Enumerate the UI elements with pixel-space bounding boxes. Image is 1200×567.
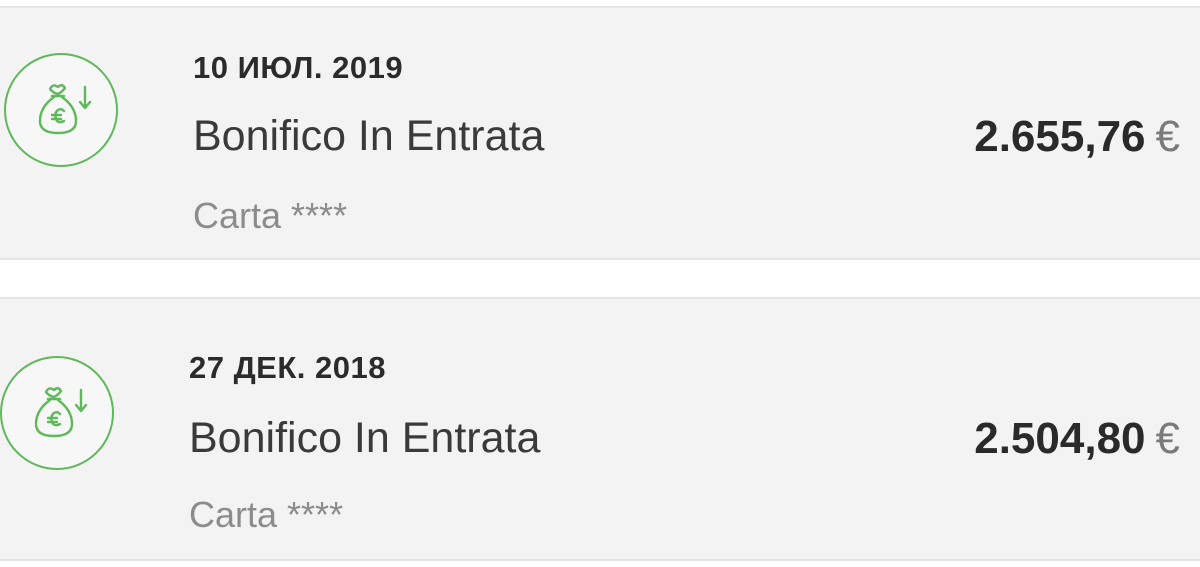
transaction-date: 10 ИЮЛ. 2019 <box>193 50 404 85</box>
transaction-item[interactable]: 10 ИЮЛ. 2019 Bonifico In Entrata Carta *… <box>0 6 1200 260</box>
amount-value: 2.655,76 <box>974 112 1146 161</box>
transaction-amount: 2.504,80 € <box>974 414 1180 464</box>
money-bag-euro-incoming-icon <box>4 53 118 167</box>
amount-value: 2.504,80 <box>974 414 1146 463</box>
currency-symbol: € <box>1155 112 1180 161</box>
transaction-amount: 2.655,76 € <box>974 112 1180 162</box>
currency-symbol: € <box>1155 414 1180 463</box>
transaction-description: Bonifico In Entrata <box>189 414 541 462</box>
transaction-card: Carta **** <box>189 494 344 535</box>
transaction-date: 27 ДЕК. 2018 <box>189 350 386 385</box>
transaction-card: Carta **** <box>193 195 348 236</box>
money-bag-euro-incoming-icon <box>0 356 114 470</box>
transaction-item[interactable]: 27 ДЕК. 2018 Bonifico In Entrata Carta *… <box>0 297 1200 561</box>
transaction-description: Bonifico In Entrata <box>193 112 545 160</box>
transaction-list: 10 ИЮЛ. 2019 Bonifico In Entrata Carta *… <box>0 0 1200 567</box>
